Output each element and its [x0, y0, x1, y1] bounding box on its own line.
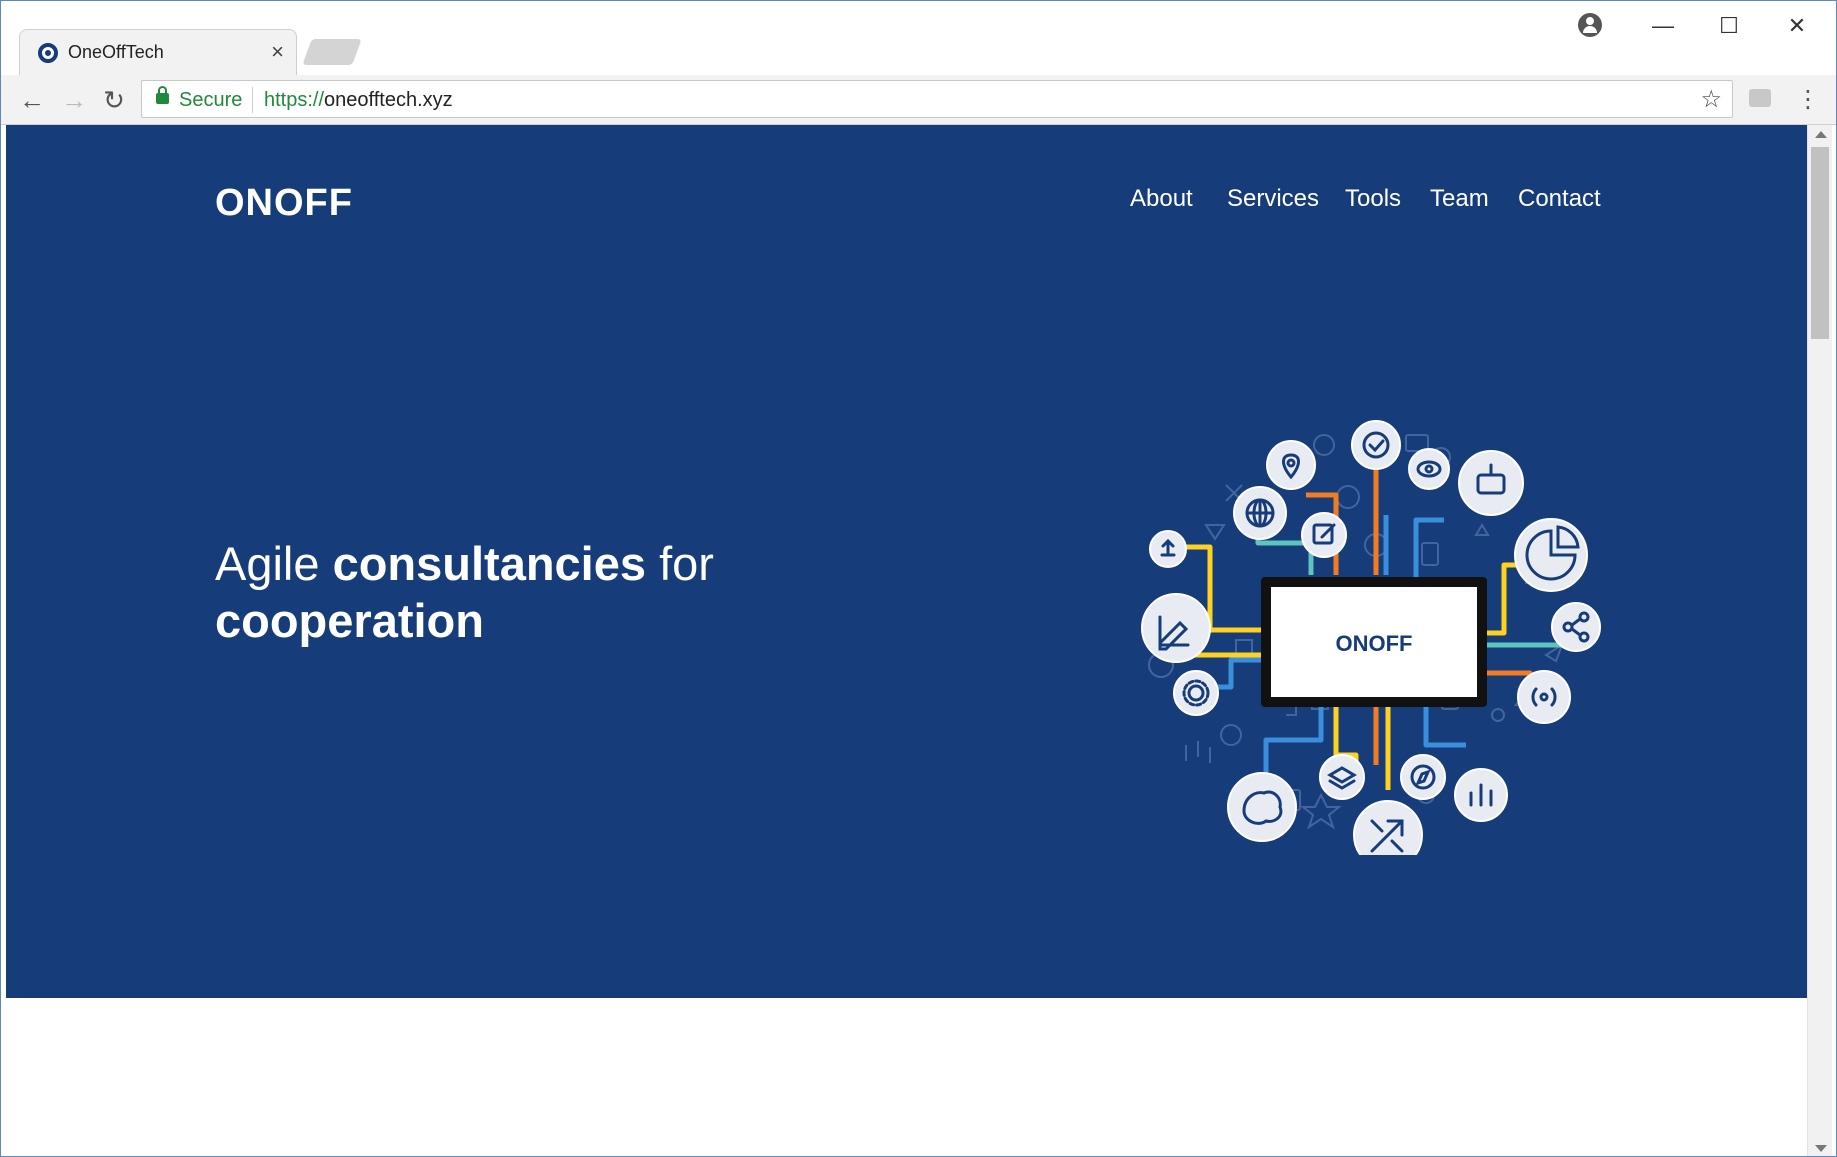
tab-close-icon[interactable]: × — [271, 39, 284, 65]
headline-bold-1: consultancies — [332, 537, 647, 590]
tab-title: OneOffTech — [68, 42, 164, 62]
browser-tab[interactable]: OneOffTech × — [19, 29, 297, 75]
url-text[interactable]: https://oneofftech.xyz — [264, 89, 453, 112]
device-logo-text: ONOFF — [1336, 631, 1413, 656]
nav-tools[interactable]: Tools — [1345, 185, 1401, 213]
scroll-down-arrow-icon[interactable] — [1815, 1145, 1827, 1152]
nav-services[interactable]: Services — [1227, 185, 1319, 213]
close-window-button[interactable]: ✕ — [1777, 11, 1817, 41]
omnibox-divider — [252, 87, 253, 113]
scroll-thumb[interactable] — [1811, 147, 1829, 339]
hero-section: ONOFF About Services Tools Team Contact … — [6, 125, 1807, 998]
address-bar[interactable]: Secure https://oneofftech.xyz ☆ — [141, 80, 1733, 118]
browser-window: OneOffTech × — ☐ ✕ ← → ↻ Secure https://… — [0, 0, 1837, 1157]
title-bar: OneOffTech × — ☐ ✕ — [1, 1, 1836, 75]
browser-toolbar: ← → ↻ Secure https://oneofftech.xyz ☆ ⋮ — [1, 75, 1836, 125]
minimize-button[interactable]: — — [1643, 11, 1683, 41]
reload-button[interactable]: ↻ — [97, 83, 131, 117]
site-logo[interactable]: ONOFF — [215, 181, 415, 223]
security-label: Secure — [179, 89, 243, 111]
favicon-icon — [38, 43, 58, 63]
nav-contact[interactable]: Contact — [1518, 185, 1601, 213]
new-tab-button[interactable] — [302, 39, 362, 65]
page-scrollbar[interactable] — [1807, 125, 1832, 1156]
hero-headline: Agile consultancies for cooperation — [215, 535, 775, 649]
logo-text: ONOFF — [215, 182, 353, 223]
headline-part-2: for — [646, 537, 714, 590]
central-device: ONOFF — [1261, 577, 1487, 707]
forward-button[interactable]: → — [57, 83, 91, 117]
page-viewport: ONOFF About Services Tools Team Contact … — [6, 125, 1807, 1156]
nav-team[interactable]: Team — [1430, 185, 1489, 213]
url-scheme: https:// — [264, 89, 325, 111]
nav-about[interactable]: About — [1130, 185, 1193, 213]
scroll-up-arrow-icon[interactable] — [1815, 131, 1827, 138]
browser-menu-icon[interactable]: ⋮ — [1796, 83, 1820, 117]
account-icon[interactable] — [1578, 13, 1602, 37]
lock-icon — [156, 86, 169, 104]
headline-bold-2: cooperation — [215, 594, 484, 647]
maximize-button[interactable]: ☐ — [1709, 11, 1749, 41]
extension-icon[interactable] — [1749, 89, 1771, 107]
url-host: oneofftech.xyz — [324, 89, 453, 111]
back-button[interactable]: ← — [15, 83, 49, 117]
bookmark-star-icon[interactable]: ☆ — [1700, 85, 1722, 114]
headline-part-1: Agile — [215, 537, 333, 590]
network-illustration: ONOFF — [1141, 420, 1601, 855]
